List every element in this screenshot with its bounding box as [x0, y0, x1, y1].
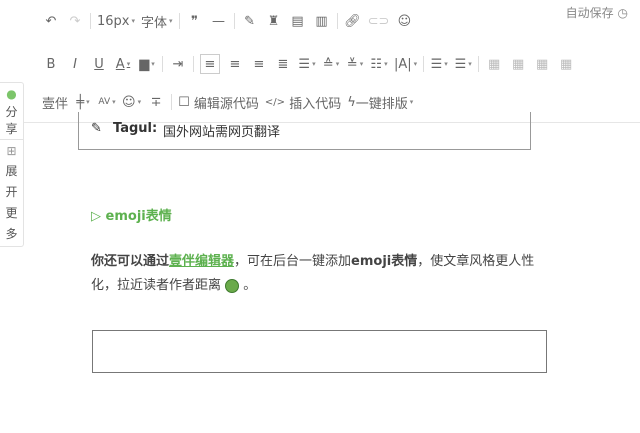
divider [193, 56, 194, 72]
section-heading: ▷ emoji表情 [91, 209, 172, 224]
divider [178, 13, 180, 29]
indent-icon[interactable]: ⇥ [169, 55, 187, 73]
edit-icon: ☐ [178, 94, 190, 110]
ordered-list-icon[interactable]: ☰ [454, 55, 472, 73]
paragraph-after-icon[interactable]: ≚ [346, 55, 364, 73]
letter-spacing-icon[interactable]: |A| [394, 55, 417, 73]
paste-text-icon[interactable]: ▤ [289, 12, 307, 30]
yiban-button[interactable]: 壹伴 [42, 93, 68, 112]
horizontal-rule-icon[interactable]: — [210, 12, 228, 30]
justify-icon[interactable]: ≣ [274, 55, 292, 73]
grid-icon: ⊞ [6, 144, 17, 158]
divider [423, 56, 425, 72]
image-right-icon[interactable]: ▦ [533, 55, 551, 73]
divider [478, 56, 480, 72]
image-left-icon[interactable]: ▦ [485, 55, 503, 73]
bold-icon[interactable]: B [42, 55, 60, 73]
empty-content-box[interactable] [92, 330, 547, 373]
toolbar-row-1: ↶ ↷ 16px 字体 ❞ — ✎ ♜ ▤ ▥ 🔗︎ ⊂⊃ ☺ [42, 11, 419, 31]
align-right-icon[interactable]: ≡ [250, 55, 268, 73]
paragraph: 你还可以通过壹伴编辑器，可在后台一键添加emoji表情，使文章风格更人性化，拉近… [91, 254, 535, 293]
background-color-icon[interactable]: ▆ [138, 55, 156, 73]
editor-link[interactable]: 壹伴编辑器 [169, 254, 234, 269]
divider [233, 13, 235, 29]
pencil-icon: ✎ [91, 121, 102, 136]
expand-more-button[interactable]: ⊞ 展开更多 [0, 139, 23, 246]
align-left-icon[interactable]: ≡ [200, 54, 220, 74]
eraser-icon[interactable]: ✎ [241, 12, 259, 30]
image-center-icon[interactable]: ▦ [509, 55, 527, 73]
strikethrough-icon[interactable]: ∓ [147, 93, 165, 111]
redo-icon[interactable]: ↷ [66, 12, 84, 30]
spacing-icon[interactable]: ╪ [74, 93, 92, 111]
paragraph-before-icon[interactable]: ≙ [322, 55, 340, 73]
unordered-list-icon[interactable]: ☰ [430, 55, 448, 73]
link-icon[interactable]: 🔗︎ [344, 12, 362, 30]
font-size-select[interactable]: 16px [97, 12, 135, 30]
toolbar-row-3: 壹伴 ╪ AV ☺ ∓ ☐ 编辑源代码 </> 插入代码 ϟ一键排版 [42, 92, 419, 112]
document-icon[interactable]: ▥ [313, 12, 331, 30]
tag-box[interactable]: ✎ Tagul: 国外网站需网页翻译 [78, 112, 531, 150]
emoji-icon [225, 278, 240, 293]
lightning-icon: ϟ [347, 94, 356, 110]
divider [162, 56, 163, 72]
insert-code-button[interactable]: </> 插入代码 [264, 93, 341, 112]
image-none-icon[interactable]: ▦ [557, 55, 575, 73]
distribute-icon[interactable]: ☰ [298, 55, 316, 73]
av-spacing-icon[interactable]: AV [98, 93, 116, 111]
undo-icon[interactable]: ↶ [42, 12, 60, 30]
align-center-icon[interactable]: ≡ [226, 55, 244, 73]
italic-icon[interactable]: I [66, 55, 84, 73]
divider [171, 94, 173, 110]
line-height-icon[interactable]: ☷ [370, 55, 388, 73]
emoji-icon[interactable]: ☺ [395, 12, 413, 30]
one-click-layout-button[interactable]: ϟ 一键排版 [347, 93, 413, 112]
share-button[interactable]: ● 分享 [0, 83, 23, 139]
edit-source-button[interactable]: ☐ 编辑源代码 [178, 93, 259, 112]
quote-icon[interactable]: ❞ [186, 12, 204, 30]
underline-icon[interactable]: U [90, 55, 108, 73]
divider [90, 13, 91, 29]
code-icon: </> [264, 96, 286, 108]
font-family-select[interactable]: 字体 [141, 12, 173, 31]
share-icon: ● [6, 87, 17, 101]
smiley-icon[interactable]: ☺ [122, 93, 141, 111]
font-color-icon[interactable]: A [114, 55, 132, 73]
side-panel: ● 分享 ⊞ 展开更多 [0, 82, 24, 247]
divider [336, 13, 338, 29]
autosave-status: 自动保存 ◷ [565, 6, 628, 20]
unlink-icon[interactable]: ⊂⊃ [368, 12, 390, 30]
clock-icon: ◷ [617, 6, 628, 20]
toolbar-row-2: B I U A ▆ ⇥ ≡ ≡ ≡ ≣ ☰ ≙ ≚ ☷ |A| ☰ ☰ ▦ ▦ … [42, 54, 581, 74]
format-brush-icon[interactable]: ♜ [265, 12, 283, 30]
